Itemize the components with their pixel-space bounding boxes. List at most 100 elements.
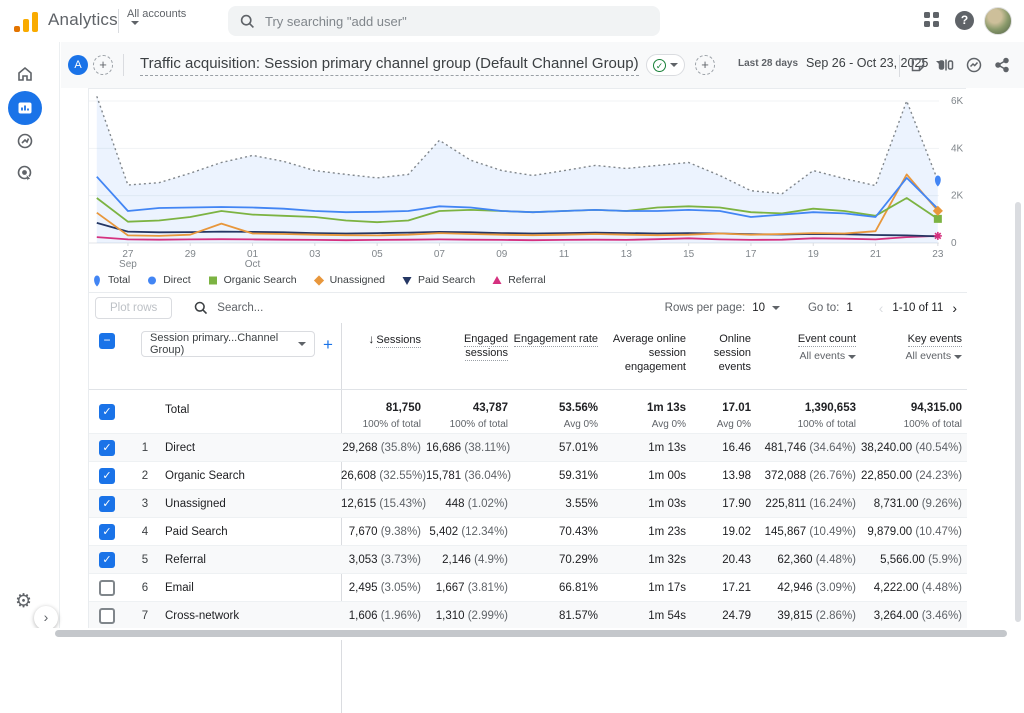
rows-per-page-value[interactable]: 10 bbox=[752, 302, 765, 314]
goto-input[interactable]: 1 bbox=[846, 302, 852, 314]
column-header-online-session-events[interactable]: Online session events bbox=[714, 333, 751, 373]
global-search-input[interactable]: Try searching "add user" bbox=[228, 6, 660, 36]
ab-compare-icon[interactable] bbox=[937, 56, 955, 74]
add-comparison-button[interactable]: + bbox=[93, 55, 113, 75]
svg-text:Oct: Oct bbox=[245, 259, 261, 270]
value-cell: 17.21 bbox=[691, 582, 756, 594]
sessions-line-chart: 02K4K6K27Sep2901Oct030507091113151719212… bbox=[89, 91, 967, 271]
svg-text:2K: 2K bbox=[951, 191, 964, 202]
expand-nav-button[interactable]: › bbox=[34, 606, 58, 630]
total-value-cell: 17.01Avg 0% bbox=[691, 390, 756, 433]
row-number: 2 bbox=[125, 470, 165, 482]
legend-item-referral[interactable]: Referral bbox=[491, 274, 545, 287]
row-checkbox[interactable]: ✓ bbox=[99, 440, 115, 456]
row-checkbox[interactable] bbox=[99, 608, 115, 624]
notes-icon[interactable] bbox=[909, 56, 927, 74]
sidebar-item-reports[interactable] bbox=[8, 91, 42, 125]
svg-text:17: 17 bbox=[745, 249, 757, 260]
sidebar-item-explore[interactable] bbox=[8, 124, 42, 158]
legend-item-organic-search[interactable]: Organic Search bbox=[207, 274, 297, 287]
reports-icon bbox=[16, 99, 34, 117]
value-cell: 59.31% bbox=[513, 470, 603, 482]
sidebar-item-advertising[interactable] bbox=[8, 156, 42, 190]
row-checkbox[interactable]: ✓ bbox=[99, 552, 115, 568]
value-cell: 19.02 bbox=[691, 526, 756, 538]
select-all-checkbox[interactable]: − bbox=[99, 333, 115, 349]
table-row-direct: ✓1Direct29,268 (35.8%)16,686 (38.11%)57.… bbox=[89, 433, 967, 461]
share-icon[interactable] bbox=[993, 56, 1011, 74]
value-cell: 8,731.00 (9.26%) bbox=[861, 498, 967, 510]
column-header-key-events[interactable]: Key events bbox=[908, 333, 962, 347]
settings-gear-icon[interactable]: ⚙ bbox=[15, 590, 32, 613]
diamond-marker-icon bbox=[313, 274, 325, 287]
plot-rows-button[interactable]: Plot rows bbox=[95, 297, 172, 319]
legend-item-direct[interactable]: Direct bbox=[146, 274, 190, 287]
svg-text:05: 05 bbox=[372, 249, 384, 260]
chevron-down-icon[interactable] bbox=[772, 306, 780, 310]
horizontal-scrollbar[interactable] bbox=[55, 630, 1007, 637]
table-search-input[interactable]: Search... bbox=[194, 301, 664, 315]
value-cell: 17.90 bbox=[691, 498, 756, 510]
column-header-engaged-sessions[interactable]: Engaged sessions bbox=[464, 333, 508, 361]
column-header-event-count[interactable]: Event count bbox=[798, 333, 856, 347]
total-row-checkbox[interactable]: ✓ bbox=[99, 404, 115, 420]
insights-icon[interactable] bbox=[965, 56, 983, 74]
pagination: Rows per page: 10 Go to: 1 ‹ 1-10 of 11 … bbox=[665, 300, 959, 316]
event-count-filter[interactable]: All events bbox=[756, 349, 856, 363]
legend-item-unassigned[interactable]: Unassigned bbox=[313, 274, 385, 287]
value-cell: 62,360 (4.48%) bbox=[756, 554, 861, 566]
row-checkbox[interactable] bbox=[99, 580, 115, 596]
column-header-engagement-rate[interactable]: Engagement rate bbox=[514, 333, 598, 347]
apps-grid-icon[interactable] bbox=[924, 12, 941, 29]
table-row-email: 6Email2,495 (3.05%)1,667 (3.81%)66.81%1m… bbox=[89, 573, 967, 601]
value-cell: 81.57% bbox=[513, 610, 603, 622]
row-checkbox[interactable]: ✓ bbox=[99, 496, 115, 512]
channel-name: Unassigned bbox=[165, 498, 341, 510]
value-cell: 1m 54s bbox=[603, 610, 691, 622]
value-cell: 22,850.00 (24.23%) bbox=[861, 470, 967, 482]
rows-per-page-label: Rows per page: bbox=[665, 302, 746, 314]
property-badge[interactable]: A bbox=[68, 55, 88, 75]
row-number: 4 bbox=[125, 526, 165, 538]
column-header-sessions[interactable]: Sessions bbox=[376, 334, 421, 348]
divider bbox=[118, 9, 119, 33]
dimension-selector[interactable]: Session primary...Channel Group) bbox=[141, 331, 315, 357]
report-status-pill[interactable]: ✓ bbox=[646, 54, 685, 76]
add-tab-button[interactable]: + bbox=[695, 55, 715, 75]
value-cell: 26,608 (32.55%) bbox=[341, 470, 426, 482]
key-events-filter[interactable]: All events bbox=[861, 349, 962, 363]
report-header: A + Traffic acquisition: Session primary… bbox=[61, 42, 1024, 88]
legend-item-paid-search[interactable]: Paid Search bbox=[401, 274, 475, 287]
legend-item-total[interactable]: Total bbox=[91, 274, 130, 287]
value-cell: 1m 23s bbox=[603, 526, 691, 538]
triangle-down-marker-icon bbox=[401, 274, 413, 287]
next-page-button[interactable]: › bbox=[950, 300, 959, 316]
explore-icon bbox=[16, 132, 34, 150]
avatar[interactable] bbox=[984, 7, 1012, 35]
total-value-cell: 1m 13sAvg 0% bbox=[603, 390, 691, 433]
value-cell: 225,811 (16.24%) bbox=[756, 498, 861, 510]
report-card: 02K4K6K27Sep2901Oct030507091113151719212… bbox=[88, 88, 966, 628]
total-label: Total bbox=[165, 390, 341, 433]
sidebar-item-home[interactable] bbox=[8, 57, 42, 91]
row-checkbox[interactable]: ✓ bbox=[99, 524, 115, 540]
add-dimension-button[interactable]: + bbox=[323, 335, 333, 355]
help-icon[interactable]: ? bbox=[955, 11, 974, 30]
value-cell: 2,146 (4.9%) bbox=[426, 554, 513, 566]
value-cell: 57.01% bbox=[513, 442, 603, 454]
row-checkbox[interactable]: ✓ bbox=[99, 468, 115, 484]
app-title: Analytics bbox=[48, 10, 118, 30]
value-cell: 1m 00s bbox=[603, 470, 691, 482]
legend-label: Total bbox=[108, 274, 130, 286]
svg-text:6K: 6K bbox=[951, 96, 964, 107]
vertical-scrollbar[interactable] bbox=[1015, 202, 1021, 622]
svg-text:29: 29 bbox=[185, 249, 197, 260]
value-cell: 1m 32s bbox=[603, 554, 691, 566]
account-switcher[interactable]: All accounts bbox=[127, 8, 186, 25]
svg-text:13: 13 bbox=[621, 249, 633, 260]
value-cell: 1m 03s bbox=[603, 498, 691, 510]
column-header-avg-engagement[interactable]: Average online session engagement bbox=[613, 333, 686, 373]
report-title[interactable]: Traffic acquisition: Session primary cha… bbox=[140, 55, 639, 76]
prev-page-button[interactable]: ‹ bbox=[877, 300, 886, 316]
value-cell: 66.81% bbox=[513, 582, 603, 594]
